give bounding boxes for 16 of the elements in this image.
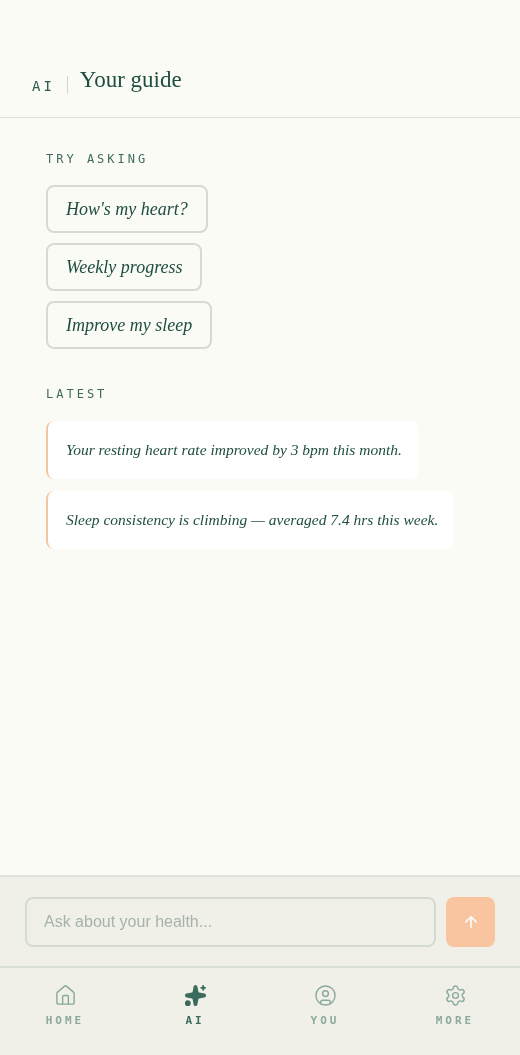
insight-card: Your resting heart rate improved by 3 bpm this month. <box>46 421 418 479</box>
section-heading: LATEST <box>46 386 109 403</box>
settings-icon <box>443 984 467 1007</box>
suggestion-chip[interactable]: Weekly progress <box>46 243 203 291</box>
suggestion-chip[interactable]: How's my heart? <box>46 185 208 233</box>
sparkle-icon <box>183 984 207 1007</box>
nav-tab[interactable]: AI <box>130 968 260 1055</box>
suggestion-chip[interactable]: Improve my sleep <box>46 301 213 349</box>
section-heading: TRY ASKING <box>46 151 150 168</box>
insight-card: Sleep consistency is climbing — averaged 7.4 hrs this week. <box>46 491 455 549</box>
message-field[interactable]: Ask about your health... <box>25 896 436 947</box>
home-icon <box>53 984 77 1007</box>
user-icon <box>313 984 337 1007</box>
send-button[interactable] <box>446 896 495 947</box>
page-title: Your guide <box>79 65 182 94</box>
section-label: AI <box>32 77 55 96</box>
